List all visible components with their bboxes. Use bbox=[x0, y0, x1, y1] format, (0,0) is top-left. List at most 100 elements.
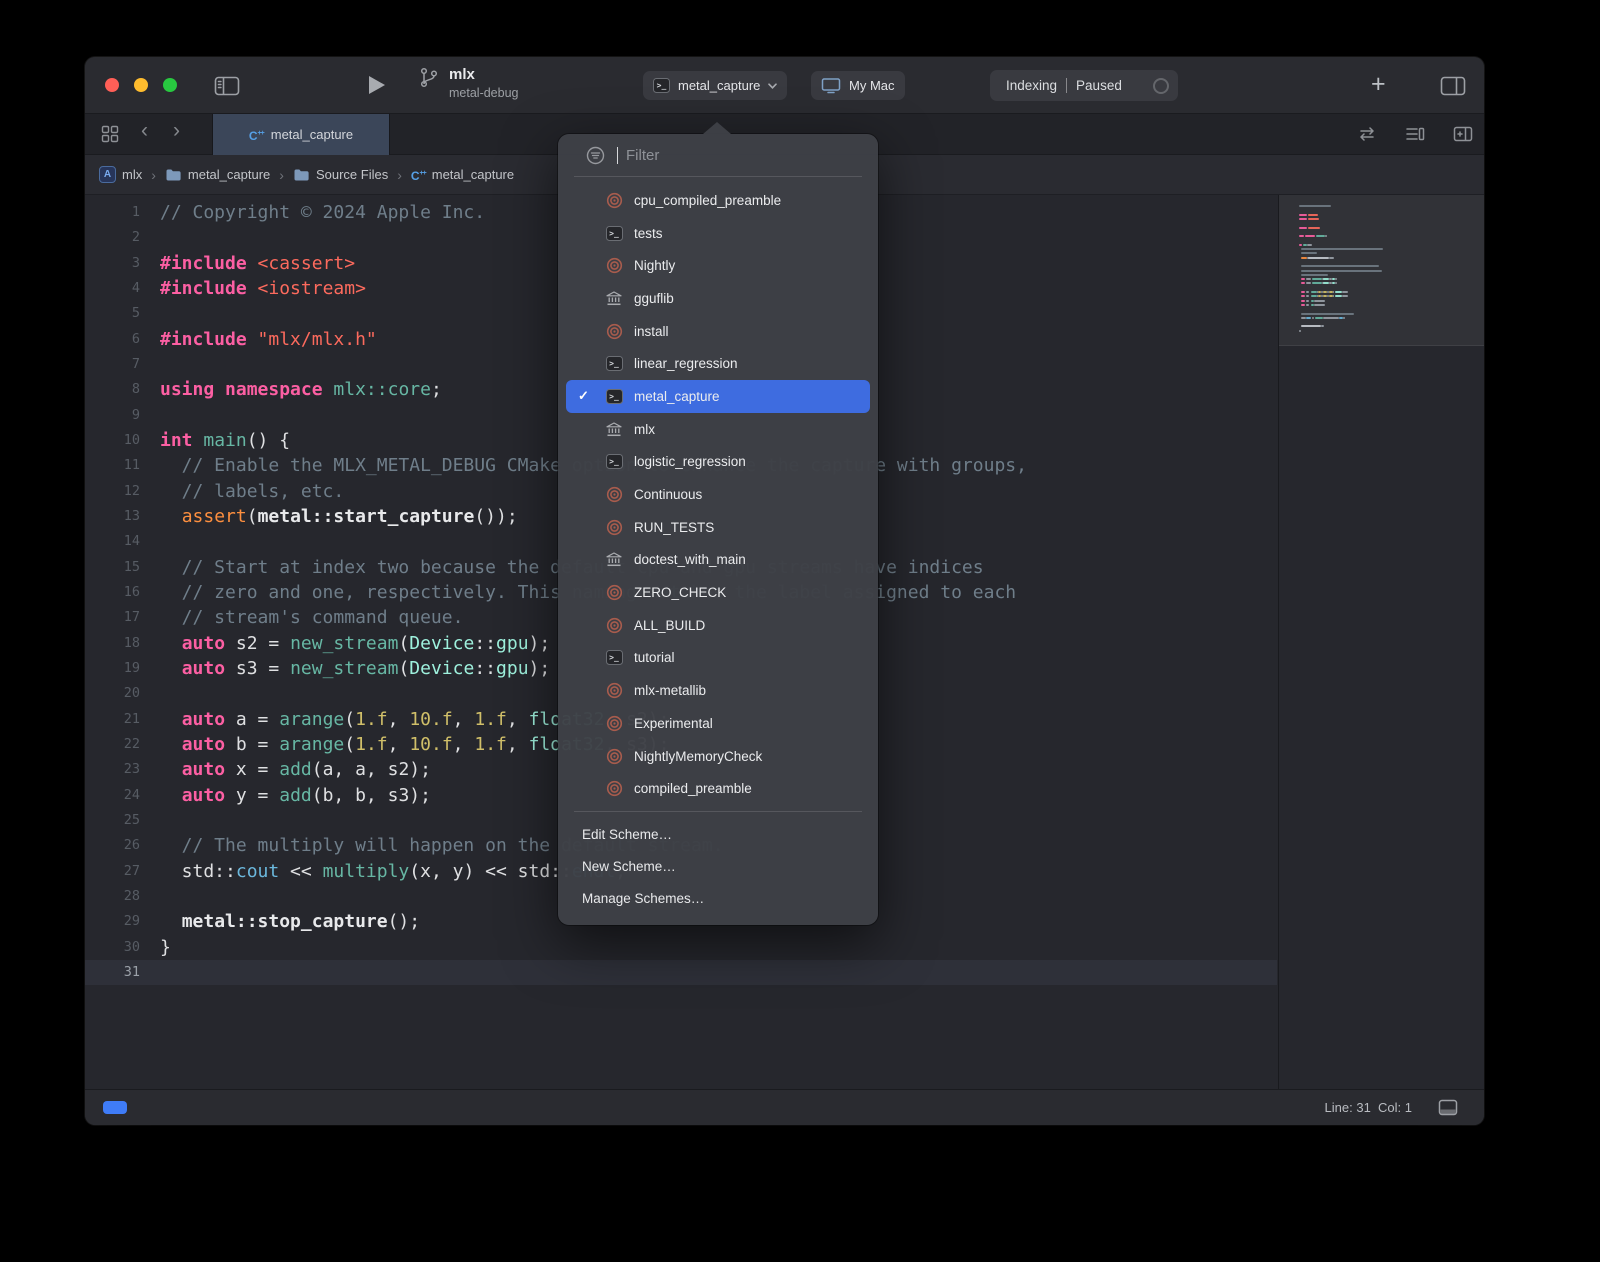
git-branch-icon bbox=[419, 66, 439, 89]
breakpoint-pill[interactable] bbox=[103, 1101, 127, 1114]
line-number[interactable]: 15 bbox=[85, 555, 140, 580]
related-items-button[interactable] bbox=[1357, 126, 1377, 147]
line-number[interactable]: 19 bbox=[85, 656, 140, 681]
scheme-option-logistic_regression[interactable]: >_logistic_regression bbox=[566, 446, 870, 479]
line-number[interactable]: 13 bbox=[85, 504, 140, 529]
line-col-indicator: Line: 31 Col: 1 bbox=[1325, 1100, 1412, 1115]
scheme-option-install[interactable]: install bbox=[566, 315, 870, 348]
menu-item-edit-scheme[interactable]: Edit Scheme… bbox=[558, 818, 878, 850]
scheme-option-label: logistic_regression bbox=[634, 454, 746, 469]
line-number[interactable]: 1 bbox=[85, 200, 140, 225]
line-number[interactable]: 7 bbox=[85, 352, 140, 377]
breadcrumb-item-mlx[interactable]: Amlx bbox=[99, 166, 142, 183]
filter-input[interactable]: Filter bbox=[558, 134, 878, 176]
scheme-option-linear_regression[interactable]: >_linear_regression bbox=[566, 347, 870, 380]
scheme-option-tests[interactable]: >_tests bbox=[566, 217, 870, 250]
inspector-toggle-button[interactable] bbox=[1437, 75, 1469, 97]
line-number[interactable]: 18 bbox=[85, 631, 140, 656]
line-number[interactable]: 27 bbox=[85, 859, 140, 884]
code-line-31[interactable] bbox=[85, 960, 1277, 985]
editor-options-button[interactable] bbox=[1405, 126, 1425, 147]
scheme-option-experimental[interactable]: Experimental bbox=[566, 707, 870, 740]
line-number[interactable]: 22 bbox=[85, 732, 140, 757]
go-forward-button[interactable]: › bbox=[173, 119, 180, 143]
line-number[interactable]: 31 bbox=[85, 960, 140, 985]
tab-metal-capture[interactable]: C++ metal_capture bbox=[212, 114, 390, 155]
line-number[interactable]: 2 bbox=[85, 225, 140, 250]
cpp-file-icon: C++ bbox=[249, 128, 264, 142]
scheme-option-tutorial[interactable]: >_tutorial bbox=[566, 642, 870, 675]
scheme-option-continuous[interactable]: Continuous bbox=[566, 478, 870, 511]
add-tab-button[interactable]: + bbox=[1371, 70, 1386, 99]
folder-icon bbox=[165, 168, 182, 182]
activity-status[interactable]: Indexing Paused bbox=[990, 70, 1178, 101]
filter-placeholder: Filter bbox=[626, 147, 659, 164]
navigator-toggle-button[interactable] bbox=[211, 75, 243, 97]
target-icon bbox=[604, 780, 624, 797]
breadcrumb-item-source-files[interactable]: Source Files bbox=[293, 167, 388, 182]
status-bar: Line: 31 Col: 1 bbox=[85, 1089, 1484, 1125]
scheme-option-doctest_with_main[interactable]: doctest_with_main bbox=[566, 544, 870, 577]
line-number[interactable]: 30 bbox=[85, 935, 140, 960]
line-number[interactable]: 10 bbox=[85, 428, 140, 453]
my-mac-icon bbox=[821, 77, 841, 94]
line-number[interactable]: 4 bbox=[85, 276, 140, 301]
cpp-icon: C++ bbox=[411, 168, 426, 182]
run-button[interactable] bbox=[369, 76, 385, 94]
go-back-button[interactable]: ‹ bbox=[141, 119, 148, 143]
menu-item-manage-schemes[interactable]: Manage Schemes… bbox=[558, 882, 878, 914]
gutter[interactable]: 1234567891011121314151617181920212223242… bbox=[85, 200, 140, 985]
scheme-option-label: doctest_with_main bbox=[634, 552, 746, 567]
toolbar: mlx metal-debug >_ metal_capture My Mac … bbox=[85, 57, 1484, 114]
line-number[interactable]: 8 bbox=[85, 377, 140, 402]
breadcrumb-item-metal_capture[interactable]: C++metal_capture bbox=[411, 167, 514, 182]
breadcrumb-item-metal_capture[interactable]: metal_capture bbox=[165, 167, 270, 182]
scheme-option-mlx-metallib[interactable]: mlx-metallib bbox=[566, 674, 870, 707]
scheme-option-nightlymemorycheck[interactable]: NightlyMemoryCheck bbox=[566, 740, 870, 773]
scheme-option-compiled_preamble[interactable]: compiled_preamble bbox=[566, 772, 870, 805]
minimap[interactable] bbox=[1278, 195, 1484, 1089]
destination-selector[interactable]: My Mac bbox=[811, 71, 905, 100]
scheme-option-label: gguflib bbox=[634, 291, 674, 306]
line-number[interactable]: 6 bbox=[85, 327, 140, 352]
line-number[interactable]: 11 bbox=[85, 453, 140, 478]
line-number[interactable]: 24 bbox=[85, 783, 140, 808]
library-icon bbox=[604, 291, 624, 306]
scheme-option-nightly[interactable]: Nightly bbox=[566, 249, 870, 282]
line-number[interactable]: 17 bbox=[85, 605, 140, 630]
scheme-option-cpu_compiled_preamble[interactable]: cpu_compiled_preamble bbox=[566, 184, 870, 217]
line-number[interactable]: 12 bbox=[85, 479, 140, 504]
zoom-button[interactable] bbox=[163, 78, 177, 92]
line-number[interactable]: 26 bbox=[85, 833, 140, 858]
close-button[interactable] bbox=[105, 78, 119, 92]
tab-overview-button[interactable] bbox=[101, 125, 119, 148]
line-number[interactable]: 21 bbox=[85, 707, 140, 732]
sidebar-left-icon bbox=[214, 76, 240, 96]
minimize-button[interactable] bbox=[134, 78, 148, 92]
terminal-icon: >_ bbox=[604, 226, 624, 241]
line-number[interactable]: 28 bbox=[85, 884, 140, 909]
scheme-option-run_tests[interactable]: RUN_TESTS bbox=[566, 511, 870, 544]
line-number[interactable]: 3 bbox=[85, 251, 140, 276]
menu-item-new-scheme[interactable]: New Scheme… bbox=[558, 850, 878, 882]
line-number[interactable]: 14 bbox=[85, 529, 140, 554]
target-icon bbox=[604, 323, 624, 340]
line-number[interactable]: 20 bbox=[85, 681, 140, 706]
scheme-option-mlx[interactable]: mlx bbox=[566, 413, 870, 446]
line-number[interactable]: 23 bbox=[85, 757, 140, 782]
line-number[interactable]: 16 bbox=[85, 580, 140, 605]
scheme-option-metal_capture[interactable]: ✓>_metal_capture bbox=[566, 380, 870, 413]
scheme-selector[interactable]: >_ metal_capture bbox=[643, 71, 787, 100]
line-number[interactable]: 5 bbox=[85, 301, 140, 326]
line-number[interactable]: 25 bbox=[85, 808, 140, 833]
scheme-option-all_build[interactable]: ALL_BUILD bbox=[566, 609, 870, 642]
scheme-option-zero_check[interactable]: ZERO_CHECK bbox=[566, 576, 870, 609]
target-icon bbox=[604, 192, 624, 209]
line-number[interactable]: 29 bbox=[85, 909, 140, 934]
breadcrumb-label: metal_capture bbox=[188, 167, 270, 182]
code-line-30[interactable]: } bbox=[85, 935, 1277, 960]
add-editor-button[interactable] bbox=[1453, 126, 1473, 147]
line-number[interactable]: 9 bbox=[85, 403, 140, 428]
debug-area-toggle-button[interactable] bbox=[1438, 1099, 1458, 1121]
scheme-option-gguflib[interactable]: gguflib bbox=[566, 282, 870, 315]
